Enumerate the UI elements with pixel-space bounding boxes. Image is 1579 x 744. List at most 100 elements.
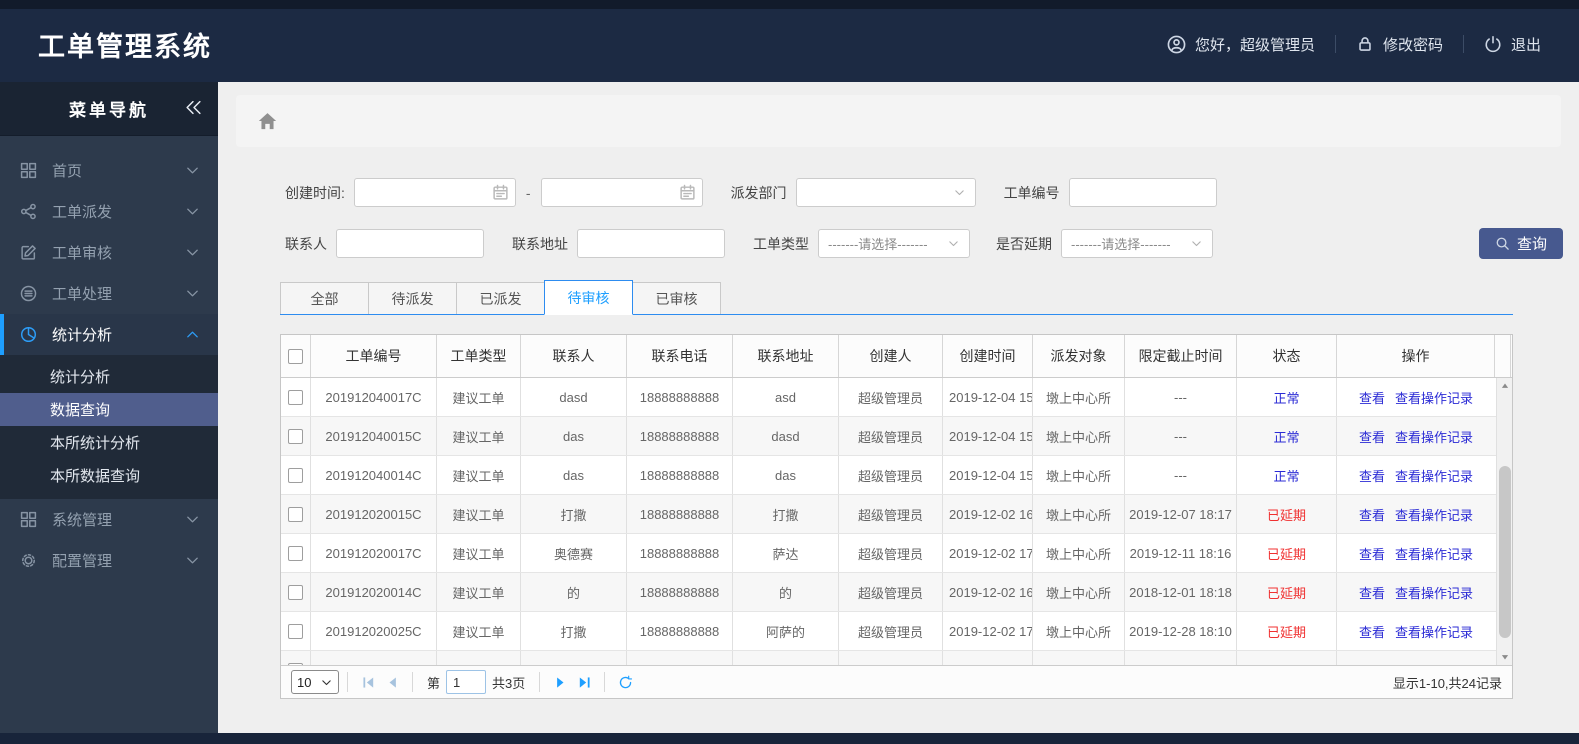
row-checkbox[interactable]: [288, 428, 303, 444]
process-icon: [20, 285, 39, 302]
create-time-start-field[interactable]: [353, 178, 516, 207]
view-log-link[interactable]: 查看操作记录: [1395, 427, 1473, 446]
cell-phone: 18888888888: [627, 378, 733, 416]
sidebar-item-工单派发[interactable]: 工单派发: [0, 191, 218, 232]
home-icon[interactable]: [257, 111, 278, 132]
cell-actions: 查看 查看操作记录: [1337, 495, 1495, 533]
cell-contact: 的: [521, 573, 627, 611]
cell-deadline: 2019-12-28 18:10: [1125, 612, 1237, 650]
view-link[interactable]: 查看: [1359, 388, 1385, 407]
sidebar-item-工单审核[interactable]: 工单审核: [0, 232, 218, 273]
logout-button[interactable]: 退出: [1484, 34, 1541, 55]
vertical-scrollbar[interactable]: [1496, 378, 1512, 665]
view-link[interactable]: 查看: [1359, 622, 1385, 641]
view-link[interactable]: 查看: [1359, 427, 1385, 446]
submenu-item-统计分析[interactable]: 统计分析: [0, 360, 218, 393]
cell-order_type: [437, 651, 521, 665]
chevron-down-icon: [185, 512, 200, 527]
view-link[interactable]: 查看: [1359, 505, 1385, 524]
contact-input[interactable]: [336, 229, 484, 258]
cell-status: 已延期: [1237, 612, 1337, 650]
sidebar-item-label: 统计分析: [52, 327, 113, 344]
create-time-end-field[interactable]: [540, 178, 703, 207]
sidebar-item-首页[interactable]: 首页: [0, 150, 218, 191]
next-page-icon[interactable]: [548, 670, 572, 694]
page-number-input[interactable]: 1: [446, 670, 487, 694]
dispatch-dept-select[interactable]: [795, 178, 976, 207]
row-checkbox[interactable]: [288, 506, 303, 522]
order-type-select[interactable]: -------请选择-------: [818, 229, 970, 258]
footer-strip: [0, 733, 1579, 744]
tab-已审核[interactable]: 已审核: [632, 282, 721, 314]
greeting-item[interactable]: 您好，超级管理员: [1167, 34, 1315, 55]
view-log-link[interactable]: 查看操作记录: [1395, 505, 1473, 524]
double-chevron-left-icon[interactable]: [185, 99, 202, 116]
last-page-icon[interactable]: [572, 670, 596, 694]
view-link[interactable]: 查看: [1359, 583, 1385, 602]
select-all-checkbox[interactable]: [288, 348, 303, 364]
view-log-link[interactable]: 查看操作记录: [1395, 388, 1473, 407]
scrollbar-thumb[interactable]: [1499, 466, 1511, 638]
status-badge: 正常: [1273, 468, 1300, 484]
sidebar-nav-title: 菜单导航: [0, 82, 218, 136]
prev-page-icon[interactable]: [380, 670, 404, 694]
row-checkbox[interactable]: [288, 584, 303, 600]
search-button[interactable]: 查询: [1479, 228, 1563, 259]
refresh-icon[interactable]: [613, 670, 637, 694]
row-checkbox-cell: [281, 495, 311, 533]
scroll-down-icon[interactable]: [1497, 649, 1512, 665]
tab-待审核[interactable]: 待审核: [544, 280, 633, 315]
view-link[interactable]: 查看: [1359, 544, 1385, 563]
sidebar-item-配置管理[interactable]: 配置管理: [0, 540, 218, 581]
sidebar-item-系统管理[interactable]: 系统管理: [0, 499, 218, 540]
view-log-link[interactable]: 查看操作记录: [1395, 466, 1473, 485]
cell-deadline: 2019-12-11 18:16: [1125, 534, 1237, 572]
delay-label: 是否延期: [996, 235, 1052, 252]
row-checkbox[interactable]: [288, 662, 303, 665]
view-log-link[interactable]: 查看操作记录: [1395, 622, 1473, 641]
submenu-item-数据查询[interactable]: 数据查询: [0, 393, 218, 426]
grid-icon: [20, 511, 39, 528]
table-row-partial: [281, 651, 1512, 665]
delay-select[interactable]: -------请选择-------: [1061, 229, 1213, 258]
view-link[interactable]: 查看: [1359, 466, 1385, 485]
sidebar-item-label: 工单处理: [52, 286, 113, 303]
column-header: 联系地址: [733, 335, 839, 377]
sidebar-item-label: 首页: [52, 163, 83, 180]
create-time-end-input[interactable]: [540, 178, 703, 207]
tab-全部[interactable]: 全部: [280, 282, 369, 314]
submenu-item-本所数据查询[interactable]: 本所数据查询: [0, 459, 218, 492]
cell-actions: 查看 查看操作记录: [1337, 534, 1495, 572]
row-checkbox[interactable]: [288, 389, 303, 405]
address-label: 联系地址: [512, 235, 568, 252]
change-password-label: 修改密码: [1382, 36, 1443, 54]
sidebar-item-label: 工单派发: [52, 204, 113, 221]
create-time-start-input[interactable]: [353, 178, 516, 207]
tab-已派发[interactable]: 已派发: [456, 282, 545, 314]
page-prefix-label: 第: [427, 675, 441, 691]
row-checkbox[interactable]: [288, 545, 303, 561]
cell-create_time: 2019-12-02 17: [943, 612, 1033, 650]
cell-dispatch_target: 墩上中心所: [1033, 417, 1125, 455]
sidebar-item-统计分析[interactable]: 统计分析: [0, 314, 218, 355]
first-page-icon[interactable]: [356, 670, 380, 694]
address-input[interactable]: [577, 229, 725, 258]
submenu-item-本所统计分析[interactable]: 本所统计分析: [0, 426, 218, 459]
page-size-select[interactable]: 10: [291, 670, 339, 694]
column-header: 工单编号: [311, 335, 437, 377]
tab-待派发[interactable]: 待派发: [368, 282, 457, 314]
row-checkbox[interactable]: [288, 623, 303, 639]
sidebar-item-工单处理[interactable]: 工单处理: [0, 273, 218, 314]
view-log-link[interactable]: 查看操作记录: [1395, 544, 1473, 563]
change-password-button[interactable]: 修改密码: [1356, 34, 1443, 55]
status-tabs: 全部 待派发 已派发 待审核 已审核: [280, 280, 1513, 315]
pager-divider: [347, 672, 348, 692]
cell-status: [1237, 651, 1337, 665]
order-no-input[interactable]: [1068, 178, 1217, 207]
row-checkbox[interactable]: [288, 467, 303, 483]
view-log-link[interactable]: 查看操作记录: [1395, 583, 1473, 602]
scroll-up-icon[interactable]: [1497, 378, 1512, 394]
status-badge: 正常: [1273, 390, 1300, 406]
edit-icon: [20, 244, 39, 261]
cell-order_no: 201912020017C: [311, 534, 437, 572]
